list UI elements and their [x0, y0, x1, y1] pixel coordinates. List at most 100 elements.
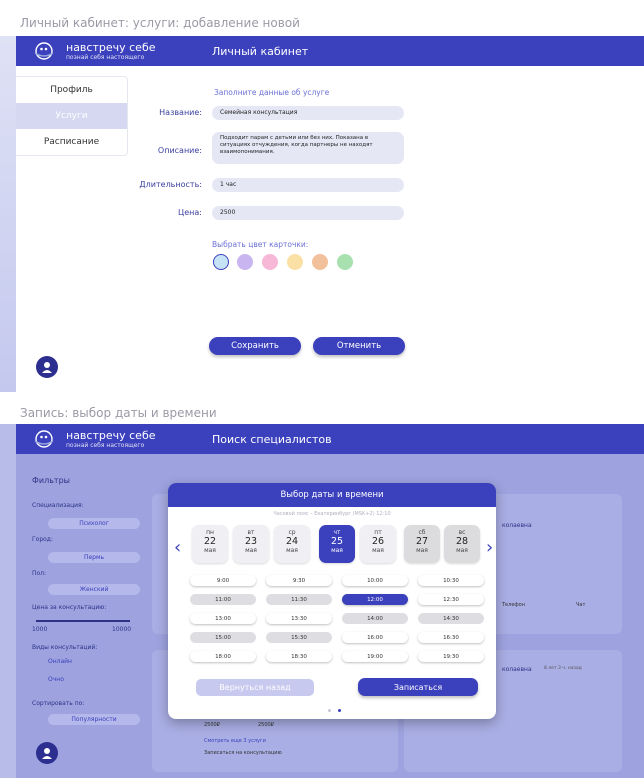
time-slot-selected[interactable]: 12:00 [342, 594, 408, 605]
type-online[interactable]: Онлайн [48, 658, 72, 665]
screen-caption: Личный кабинет: услуги: добавление новой [20, 16, 300, 30]
logo-icon [34, 42, 54, 60]
time-slot[interactable]: 9:00 [190, 575, 256, 586]
city-label: Город: [32, 536, 53, 543]
logo-tagline: познай себя настоящего [66, 441, 145, 449]
time-slot[interactable]: 12:30 [418, 594, 484, 605]
header-title: Личный кабинет [212, 44, 309, 58]
specialist-name: колаевна [502, 522, 532, 529]
sort-select[interactable]: Популярности [48, 714, 140, 725]
time-slot[interactable]: 18:00 [190, 651, 256, 662]
logo-name: навстречу себе [66, 428, 156, 442]
left-stripe [0, 36, 16, 392]
day-card[interactable]: пт 26 мая [360, 525, 396, 563]
timezone-note: Часовой пояс – Екатеринбург (MSK+2) 12:1… [273, 511, 391, 517]
time-slot[interactable]: 16:30 [418, 632, 484, 643]
gender-label: Пол: [32, 570, 47, 577]
time-slot[interactable]: 13:30 [266, 613, 332, 624]
description-label: Описание: [157, 146, 202, 155]
account-menu: Профиль Услуги Расписание [16, 76, 128, 156]
color-swatch-pink[interactable] [262, 254, 278, 270]
time-slot[interactable]: 14:30 [418, 613, 484, 624]
time-slot[interactable]: 11:30 [266, 594, 332, 605]
price-tag: 2500₽ [204, 722, 220, 728]
menu-item-services[interactable]: Услуги [16, 103, 127, 129]
color-swatch-blue[interactable] [213, 254, 229, 270]
pager-dot[interactable] [328, 709, 331, 712]
posted-ago: 8 лет 3 ч. назад [544, 666, 582, 671]
color-swatch-purple[interactable] [237, 254, 253, 270]
time-slot[interactable]: 19:30 [418, 651, 484, 662]
price-max: 10000 [112, 626, 132, 633]
price-range-label: Цена за консультацию: [32, 604, 107, 611]
modal-title: Выбор даты и времени [168, 483, 496, 507]
day-card[interactable]: сб 27 мая [404, 525, 440, 563]
color-swatch-green[interactable] [337, 254, 353, 270]
top-header-2: навстречу себе познай себя настоящего По… [16, 424, 644, 454]
book-button[interactable]: Записаться [358, 678, 478, 696]
color-swatch-yellow[interactable] [287, 254, 303, 270]
time-slot[interactable]: 16:00 [342, 632, 408, 643]
time-slot[interactable]: 15:30 [266, 632, 332, 643]
time-slot[interactable]: 11:00 [190, 594, 256, 605]
spec-select[interactable]: Психолог [48, 518, 140, 529]
time-slot[interactable]: 9:30 [266, 575, 332, 586]
cancel-button[interactable]: Отменить [313, 337, 405, 355]
next-week-arrow[interactable]: › [486, 539, 493, 557]
filters-title: Фильтры [32, 476, 70, 485]
avatar-2[interactable] [36, 742, 58, 764]
time-slot[interactable]: 18:30 [266, 651, 332, 662]
consult-button[interactable]: Записаться на консультацию [204, 750, 282, 756]
time-slot[interactable]: 10:00 [342, 575, 408, 586]
price-input[interactable]: 2500 [212, 206, 404, 220]
menu-item-schedule[interactable]: Расписание [16, 129, 127, 155]
price-tag: 2500₽ [258, 722, 274, 728]
logo[interactable]: навстречу себе познай себя настоящего [16, 41, 196, 61]
menu-item-profile[interactable]: Профиль [16, 77, 127, 103]
spec-label: Специализация: [32, 502, 84, 509]
city-select[interactable]: Пермь [48, 552, 140, 563]
datetime-modal: Выбор даты и времени Часовой пояс – Екат… [168, 483, 496, 719]
more-services-link[interactable]: Смотреть еще 3 услуги [204, 738, 266, 744]
name-label: Название: [159, 108, 202, 117]
day-card[interactable]: ср 24 мая [274, 525, 310, 563]
day-card[interactable]: вс 28 мая [444, 525, 480, 563]
specialist-name: колаевна [502, 666, 532, 673]
top-header: навстречу себе познай себя настоящего Ли… [16, 36, 644, 66]
type-offline[interactable]: Очно [48, 676, 64, 683]
user-icon [42, 362, 52, 373]
prev-week-arrow[interactable]: ‹ [174, 539, 181, 557]
duration-input[interactable]: 1 час [212, 178, 404, 192]
color-swatch-orange[interactable] [312, 254, 328, 270]
time-slot[interactable]: 13:00 [190, 613, 256, 624]
description-input[interactable]: Подходит парам с детьми или без них. Пок… [212, 132, 404, 164]
time-slot[interactable]: 14:00 [342, 613, 408, 624]
color-label: Выбрать цвет карточки: [212, 240, 309, 249]
user-icon [42, 748, 52, 759]
time-slot[interactable]: 10:30 [418, 575, 484, 586]
time-slot[interactable]: 15:00 [190, 632, 256, 643]
price-label: Цена: [178, 208, 202, 217]
day-card[interactable]: пн 22 мая [192, 525, 228, 563]
phone-button[interactable]: Телефон [502, 602, 525, 608]
price-slider[interactable] [36, 620, 130, 622]
back-button[interactable]: Вернуться назад [196, 679, 314, 696]
duration-label: Длительность: [139, 180, 202, 189]
type-label: Виды консультаций: [32, 644, 98, 651]
avatar[interactable] [36, 356, 58, 378]
gender-select[interactable]: Женский [48, 584, 140, 595]
price-min: 1000 [32, 626, 48, 633]
logo-icon [34, 430, 54, 448]
logo-name: навстречу себе [66, 40, 156, 54]
header-title-2: Поиск специалистов [212, 432, 332, 446]
time-slot[interactable]: 19:00 [342, 651, 408, 662]
left-stripe-2 [0, 424, 16, 778]
logo-2[interactable]: навстречу себе познай себя настоящего [16, 429, 196, 449]
save-button[interactable]: Сохранить [209, 337, 301, 355]
day-card-selected[interactable]: чт 25 мая [319, 525, 355, 563]
pager-dot-active[interactable] [338, 709, 341, 712]
form-hint: Заполните данные об услуге [214, 88, 330, 97]
name-input[interactable]: Семейная консультация [212, 106, 404, 120]
chat-button[interactable]: Чат [576, 602, 585, 608]
day-card[interactable]: вт 23 мая [233, 525, 269, 563]
